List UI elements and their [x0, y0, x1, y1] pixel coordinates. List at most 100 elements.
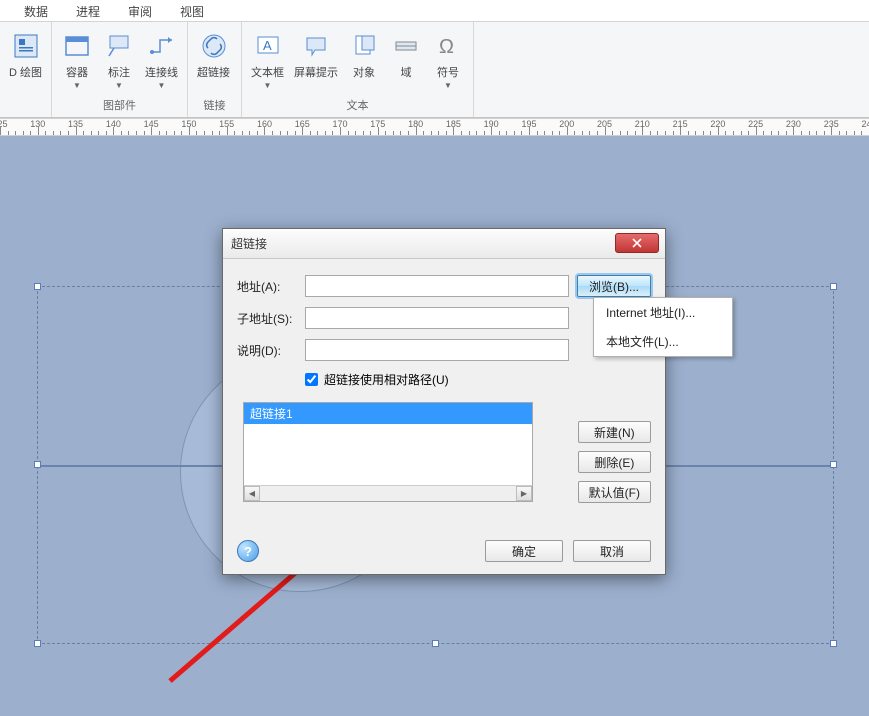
ruler-minor-tick: [159, 131, 160, 135]
ruler-tick-label: 140: [106, 119, 121, 129]
tab-view[interactable]: 视图: [166, 0, 218, 21]
ruler-tick-label: 165: [295, 119, 310, 129]
ruler-minor-tick: [174, 131, 175, 135]
close-button[interactable]: [615, 233, 659, 253]
cancel-button[interactable]: 取消: [573, 540, 651, 562]
ruler-minor-tick: [469, 131, 470, 135]
ruler-minor-tick: [438, 131, 439, 135]
horizontal-scrollbar[interactable]: ◀ ▶: [244, 485, 532, 501]
ok-button[interactable]: 确定: [485, 540, 563, 562]
field-button[interactable]: 域: [386, 25, 426, 82]
cad-drawing-button[interactable]: D 绘图: [5, 25, 46, 82]
ruler-tick-label: 230: [786, 119, 801, 129]
object-button[interactable]: 对象: [344, 25, 384, 82]
ruler-minor-tick: [219, 131, 220, 135]
list-item[interactable]: 超链接1: [244, 403, 532, 424]
connector-icon: [146, 27, 178, 65]
scroll-left-button[interactable]: ◀: [244, 486, 260, 501]
ruler-tick-label: 150: [181, 119, 196, 129]
ruler-minor-tick: [786, 131, 787, 135]
symbol-label: 符号: [437, 67, 459, 80]
subaddress-label: 子地址(S):: [237, 310, 305, 327]
symbol-button[interactable]: Ω 符号 ▼: [428, 25, 468, 92]
browse-button[interactable]: 浏览(B)...: [577, 275, 651, 297]
subaddress-input[interactable]: [305, 307, 569, 329]
ruler-minor-tick: [582, 131, 583, 135]
ruler-minor-tick: [257, 131, 258, 135]
ruler-minor-tick: [136, 131, 137, 135]
symbol-icon: Ω: [432, 27, 464, 65]
ruler-minor-tick: [809, 131, 810, 135]
default-button[interactable]: 默认值(F): [578, 481, 651, 503]
ruler-tick-label: 155: [219, 119, 234, 129]
ruler-minor-tick: [310, 131, 311, 135]
dialog-titlebar[interactable]: 超链接: [223, 229, 665, 259]
ruler-tick-label: 195: [521, 119, 536, 129]
selection-handle[interactable]: [34, 640, 41, 647]
ruler-minor-tick: [499, 131, 500, 135]
scroll-right-button[interactable]: ▶: [516, 486, 532, 501]
tab-review[interactable]: 审阅: [114, 0, 166, 21]
horizontal-ruler: 1251301351401451501551601651701751801851…: [0, 118, 869, 136]
ruler-minor-tick: [83, 131, 84, 135]
hyperlink-button[interactable]: 超链接: [193, 25, 234, 82]
menu-item-internet-address[interactable]: Internet 地址(I)...: [594, 298, 732, 327]
ruler-tick-label: 205: [597, 119, 612, 129]
chevron-down-icon: ▼: [158, 81, 166, 90]
ruler-minor-tick: [431, 131, 432, 135]
ruler-minor-tick: [484, 131, 485, 135]
dialog-body: 地址(A): 浏览(B)... 子地址(S): 说明(D): 超链接使用相对路径…: [223, 259, 665, 574]
screentip-button[interactable]: 屏幕提示: [290, 25, 342, 82]
ruler-minor-tick: [23, 131, 24, 135]
ruler-tick-label: 210: [635, 119, 650, 129]
ruler-minor-tick: [212, 131, 213, 135]
description-label: 说明(D):: [237, 342, 305, 359]
address-label: 地址(A):: [237, 278, 305, 295]
connector-button[interactable]: 连接线 ▼: [141, 25, 182, 92]
new-button[interactable]: 新建(N): [578, 421, 651, 443]
ruler-minor-tick: [537, 131, 538, 135]
container-button[interactable]: 容器 ▼: [57, 25, 97, 92]
selection-handle[interactable]: [830, 461, 837, 468]
cad-drawing-label: D 绘图: [9, 67, 42, 80]
ruler-minor-tick: [287, 131, 288, 135]
ruler-minor-tick: [363, 131, 364, 135]
address-input[interactable]: [305, 275, 569, 297]
menu-item-local-file[interactable]: 本地文件(L)...: [594, 327, 732, 356]
selection-handle[interactable]: [34, 283, 41, 290]
selection-handle[interactable]: [432, 640, 439, 647]
hyperlink-listbox[interactable]: 超链接1 ◀ ▶: [243, 402, 533, 502]
tab-data[interactable]: 数据: [10, 0, 62, 21]
field-label: 域: [401, 67, 412, 80]
ruler-minor-tick: [196, 131, 197, 135]
ruler-minor-tick: [370, 131, 371, 135]
ruler-minor-tick: [771, 131, 772, 135]
ruler-minor-tick: [408, 131, 409, 135]
ruler-minor-tick: [748, 131, 749, 135]
ruler-minor-tick: [355, 131, 356, 135]
ruler-minor-tick: [710, 131, 711, 135]
selection-handle[interactable]: [830, 283, 837, 290]
help-button[interactable]: ?: [237, 540, 259, 562]
tab-process[interactable]: 进程: [62, 0, 114, 21]
textbox-button[interactable]: A 文本框 ▼: [247, 25, 288, 92]
selection-handle[interactable]: [830, 640, 837, 647]
description-input[interactable]: [305, 339, 569, 361]
ruler-minor-tick: [839, 131, 840, 135]
chevron-down-icon: ▼: [115, 81, 123, 90]
textbox-label: 文本框: [251, 67, 284, 80]
ruler-minor-tick: [295, 131, 296, 135]
callout-button[interactable]: 标注 ▼: [99, 25, 139, 92]
ruler-minor-tick: [552, 131, 553, 135]
selection-handle[interactable]: [34, 461, 41, 468]
ruler-minor-tick: [332, 131, 333, 135]
ruler-minor-tick: [521, 131, 522, 135]
ruler-minor-tick: [242, 131, 243, 135]
object-label: 对象: [353, 67, 375, 80]
group-link-label: 链接: [188, 95, 241, 117]
ruler-tick-label: 160: [257, 119, 272, 129]
ruler-minor-tick: [544, 131, 545, 135]
relative-path-checkbox[interactable]: [305, 373, 318, 386]
delete-button[interactable]: 删除(E): [578, 451, 651, 473]
ruler-tick-label: 135: [68, 119, 83, 129]
